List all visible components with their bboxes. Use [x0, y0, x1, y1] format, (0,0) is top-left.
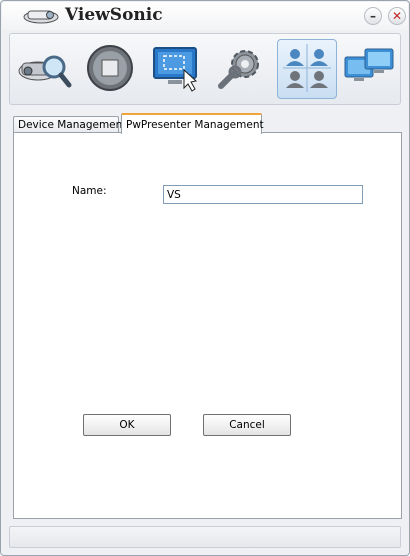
cancel-button[interactable]: Cancel [203, 414, 291, 436]
toolbar-settings[interactable] [211, 39, 271, 99]
users-grid-icon [281, 42, 333, 97]
pwpresenter-panel: Name: OK Cancel [13, 132, 402, 519]
toolbar-screen-capture[interactable] [146, 39, 206, 99]
screen-capture-icon [150, 44, 202, 95]
close-button[interactable]: ✕ [388, 7, 406, 25]
title-bar[interactable]: ViewSonic – ✕ [2, 2, 408, 30]
settings-icon [215, 44, 267, 95]
name-input[interactable] [163, 185, 363, 204]
name-label: Name: [72, 185, 107, 197]
toolbar-network[interactable] [340, 39, 400, 99]
projector-search-icon [16, 45, 72, 94]
tab-strip: Device Management PwPresenter Management [13, 113, 403, 134]
main-toolbar [9, 33, 401, 105]
toolbar-projector-search[interactable] [14, 39, 74, 99]
tab-device-management[interactable]: Device Management [13, 116, 126, 133]
toolbar-users[interactable] [277, 39, 337, 99]
tab-pwpresenter-management[interactable]: PwPresenter Management [121, 113, 264, 134]
network-displays-icon [343, 45, 397, 94]
app-window: ViewSonic – ✕ Device Management PwPresen… [0, 0, 410, 556]
status-bar [9, 526, 401, 548]
stop-icon [86, 44, 134, 95]
toolbar-stop[interactable] [80, 39, 140, 99]
minimize-button[interactable]: – [364, 7, 382, 25]
projector-logo-icon [22, 5, 60, 25]
app-title: ViewSonic [65, 5, 163, 25]
ok-button[interactable]: OK [83, 414, 171, 436]
